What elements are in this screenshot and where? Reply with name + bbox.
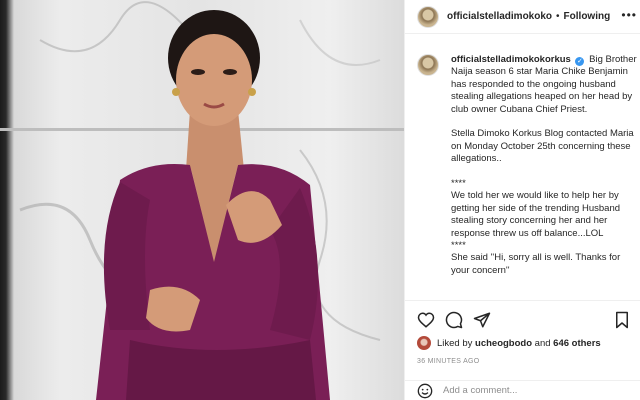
share-icon[interactable] <box>473 311 491 329</box>
verified-badge-icon: ✓ <box>575 57 585 66</box>
caption-paragraph-2: Stella Dimoko Korkus Blog contacted Mari… <box>451 128 634 165</box>
caption-avatar[interactable] <box>417 54 439 76</box>
post-side-panel: officialstelladimokoko • Following ••• o… <box>404 0 640 400</box>
more-options-icon[interactable]: ••• <box>621 8 637 22</box>
caption-paragraph-3: **** We told her we would like to help h… <box>451 178 621 276</box>
author-username[interactable]: officialstelladimokoko <box>447 11 552 22</box>
liker-username[interactable]: ucheogbodo <box>475 338 532 349</box>
post-timestamp[interactable]: 36 MINUTES AGO <box>417 358 480 365</box>
post-header: officialstelladimokoko • Following ••• <box>405 0 640 34</box>
emoji-icon[interactable] <box>417 383 433 399</box>
caption-username[interactable]: officialstelladimokokorkus <box>451 54 571 65</box>
heart-icon[interactable] <box>417 311 435 329</box>
author-avatar[interactable] <box>417 5 439 28</box>
comment-icon[interactable] <box>445 311 463 329</box>
comment-input[interactable]: Add a comment... <box>443 385 517 396</box>
caption-paragraph-1: officialstelladimokokorkus ✓ Big Brother… <box>451 54 637 116</box>
photo-illustration <box>19 1 381 400</box>
post-actions <box>405 300 640 336</box>
comment-bar: Add a comment... <box>405 380 640 400</box>
header-separator: • <box>556 11 560 22</box>
caption-body: officialstelladimokokorkus ✓ Big Brother… <box>451 54 637 290</box>
bookmark-icon[interactable] <box>613 311 631 329</box>
liker-avatar[interactable] <box>417 336 431 350</box>
likes-count[interactable]: 646 others <box>553 338 601 349</box>
likes-prefix: Liked by <box>437 337 473 349</box>
post-photo[interactable] <box>0 0 404 400</box>
following-button[interactable]: Following <box>564 11 611 22</box>
post-caption: officialstelladimokokorkus ✓ Big Brother… <box>417 54 637 290</box>
likes-and: and <box>534 337 551 349</box>
likes-summary: Liked by ucheogbodo and 646 others <box>417 336 601 350</box>
